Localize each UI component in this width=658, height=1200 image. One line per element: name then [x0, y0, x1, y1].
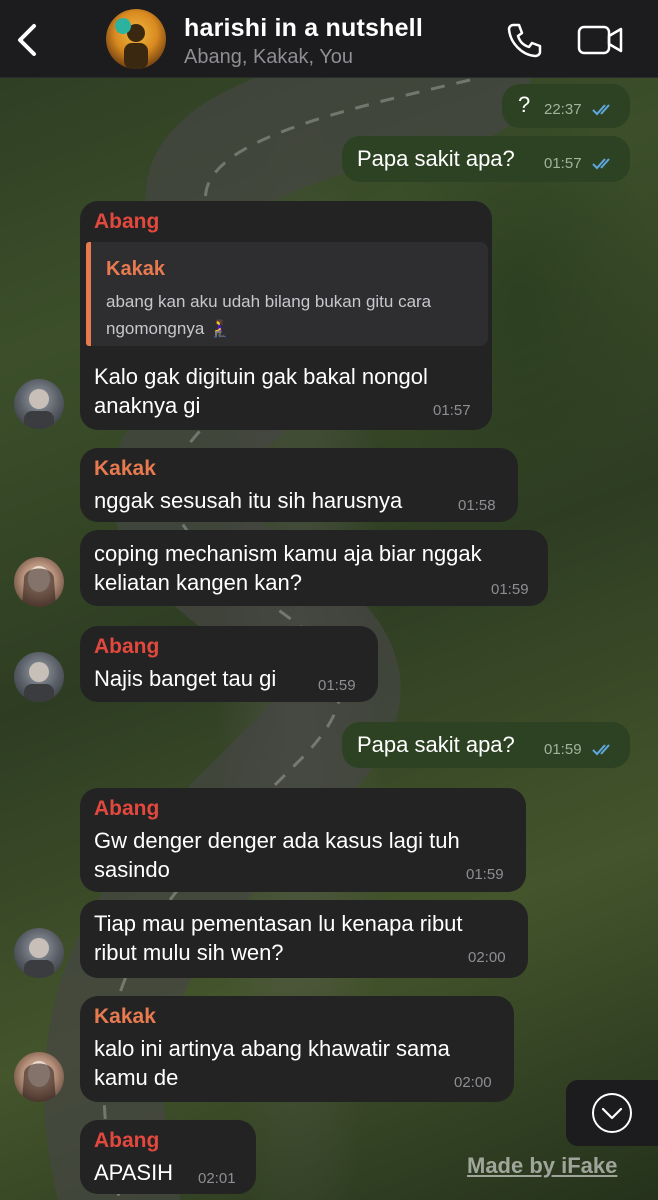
call-button[interactable] — [504, 20, 544, 60]
chat-title: harishi in a nutshell — [184, 14, 423, 42]
message-text: Najis banget tau gi — [94, 666, 277, 691]
abang-avatar[interactable] — [14, 379, 64, 429]
message-time: 01:57 — [544, 155, 582, 172]
read-ticks-icon — [592, 744, 610, 756]
message-time: 01:58 — [458, 497, 496, 514]
outgoing-message[interactable]: ? 22:37 — [502, 84, 630, 128]
message-time: 01:59 — [466, 866, 504, 883]
reply-sender-name: Kakak — [106, 258, 165, 280]
message-text: Papa sakit apa? — [357, 732, 515, 757]
message-time: 01:59 — [318, 677, 356, 694]
outgoing-message[interactable]: Papa sakit apa? 01:57 — [342, 136, 630, 182]
message-text: Papa sakit apa? — [357, 146, 515, 171]
message-time: 02:00 — [468, 949, 506, 966]
chat-header: harishi in a nutshell Abang, Kakak, You — [0, 0, 658, 78]
chevron-down-circle-icon — [592, 1093, 632, 1133]
message-time: 02:00 — [454, 1074, 492, 1091]
sender-name: Abang — [94, 210, 160, 233]
abang-avatar[interactable] — [14, 928, 64, 978]
kakak-avatar[interactable] — [14, 1052, 64, 1102]
video-call-button[interactable] — [576, 22, 626, 58]
message-text: nggak sesusah itu sih harusnya — [94, 488, 403, 513]
reply-quote[interactable]: Kakak abang kan aku udah bilang bukan gi… — [86, 242, 488, 346]
message-time: 01:59 — [544, 741, 582, 758]
incoming-message[interactable]: Abang Gw denger denger ada kasus lagi tu… — [80, 788, 526, 892]
sender-name: Abang — [94, 635, 160, 658]
chevron-left-icon — [18, 24, 36, 56]
scroll-to-bottom-button[interactable] — [566, 1080, 658, 1146]
sender-name: Kakak — [94, 457, 156, 480]
abang-avatar[interactable] — [14, 652, 64, 702]
incoming-message[interactable]: Kakak kalo ini artinya abang khawatir sa… — [80, 996, 514, 1102]
message-text: APASIH — [94, 1160, 174, 1185]
read-ticks-icon — [592, 158, 610, 170]
message-time: 01:57 — [433, 402, 471, 419]
message-text: Tiap mau pementasan lu kenapa ribut ribu… — [94, 911, 463, 965]
sender-name: Kakak — [94, 1005, 156, 1028]
message-time: 22:37 — [544, 101, 582, 118]
message-time: 02:01 — [198, 1170, 236, 1187]
message-text: Gw denger denger ada kasus lagi tuh sasi… — [94, 828, 460, 882]
message-text: ? — [518, 92, 531, 117]
watermark-text: Made by iFake — [467, 1153, 618, 1178]
message-text: kalo ini artinya abang khawatir sama kam… — [94, 1036, 450, 1090]
sender-name: Abang — [94, 1129, 160, 1152]
chat-members: Abang, Kakak, You — [184, 46, 354, 68]
incoming-message[interactable]: coping mechanism kamu aja biar nggak kel… — [80, 530, 548, 606]
read-ticks-icon — [592, 104, 610, 116]
reply-text: abang kan aku udah bilang bukan gitu car… — [106, 292, 432, 338]
reply-quote-bar — [86, 242, 91, 346]
incoming-message[interactable]: Kakak nggak sesusah itu sih harusnya 01:… — [80, 448, 518, 522]
kakak-avatar[interactable] — [14, 557, 64, 607]
incoming-message[interactable]: Tiap mau pementasan lu kenapa ribut ribu… — [80, 900, 528, 978]
sender-name: Abang — [94, 797, 160, 820]
message-time: 01:59 — [491, 581, 529, 598]
outgoing-message[interactable]: Papa sakit apa? 01:59 — [342, 722, 630, 768]
group-avatar[interactable] — [106, 9, 166, 69]
incoming-message[interactable]: Abang Najis banget tau gi 01:59 — [80, 626, 378, 702]
message-text: coping mechanism kamu aja biar nggak kel… — [94, 541, 482, 595]
back-button[interactable] — [10, 18, 46, 62]
incoming-message[interactable]: Abang APASIH 02:01 — [80, 1120, 256, 1194]
phone-icon — [507, 23, 542, 58]
message-text: Kalo gak digituin gak bakal nongol anakn… — [94, 364, 428, 418]
video-camera-icon — [577, 25, 623, 55]
